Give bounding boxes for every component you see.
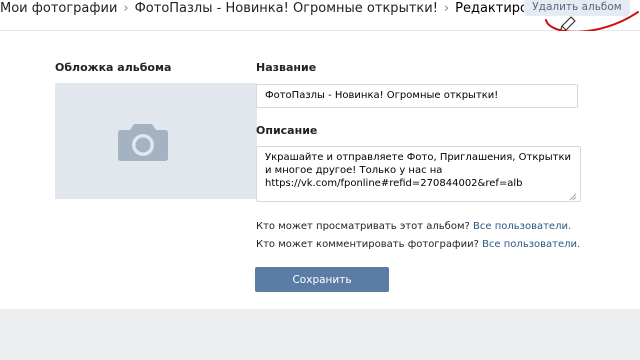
- camera-icon: [118, 124, 168, 161]
- album-description-input[interactable]: Украшайте и отправляете Фото, Приглашени…: [256, 146, 581, 202]
- view-permission: Кто может просматривать этот альбом? Все…: [256, 221, 571, 232]
- description-label: Описание: [256, 124, 318, 137]
- save-changes-button[interactable]: Сохранить изменения: [255, 267, 389, 311]
- breadcrumb-my-photos[interactable]: Мои фотографии: [0, 0, 117, 18]
- breadcrumb-separator: ›: [123, 1, 129, 16]
- name-label: Название: [256, 61, 317, 74]
- breadcrumb-album[interactable]: ФотоПазлы - Новинка! Огромные открытки!: [135, 0, 438, 18]
- page-background: [0, 309, 640, 360]
- album-name-input[interactable]: ФотоПазлы - Новинка! Огромные открытки!: [256, 84, 578, 108]
- comment-permission-label: Кто может комментировать фотографии?: [256, 239, 479, 250]
- top-bar: Мои фотографии › ФотоПазлы - Новинка! Огро…: [0, 0, 640, 31]
- view-permission-label: Кто может просматривать этот альбом?: [256, 221, 470, 232]
- resize-grip-icon[interactable]: [569, 193, 577, 201]
- comment-permission: Кто может комментировать фотографии? Все…: [256, 239, 580, 250]
- comment-permission-link[interactable]: Все пользователи.: [482, 239, 580, 250]
- breadcrumb: Мои фотографии › ФотоПазлы - Новинка! Огро…: [0, 0, 548, 22]
- view-permission-link[interactable]: Все пользователи.: [473, 221, 571, 232]
- breadcrumb-separator: ›: [443, 1, 450, 16]
- cover-label: Обложка альбома: [55, 61, 172, 74]
